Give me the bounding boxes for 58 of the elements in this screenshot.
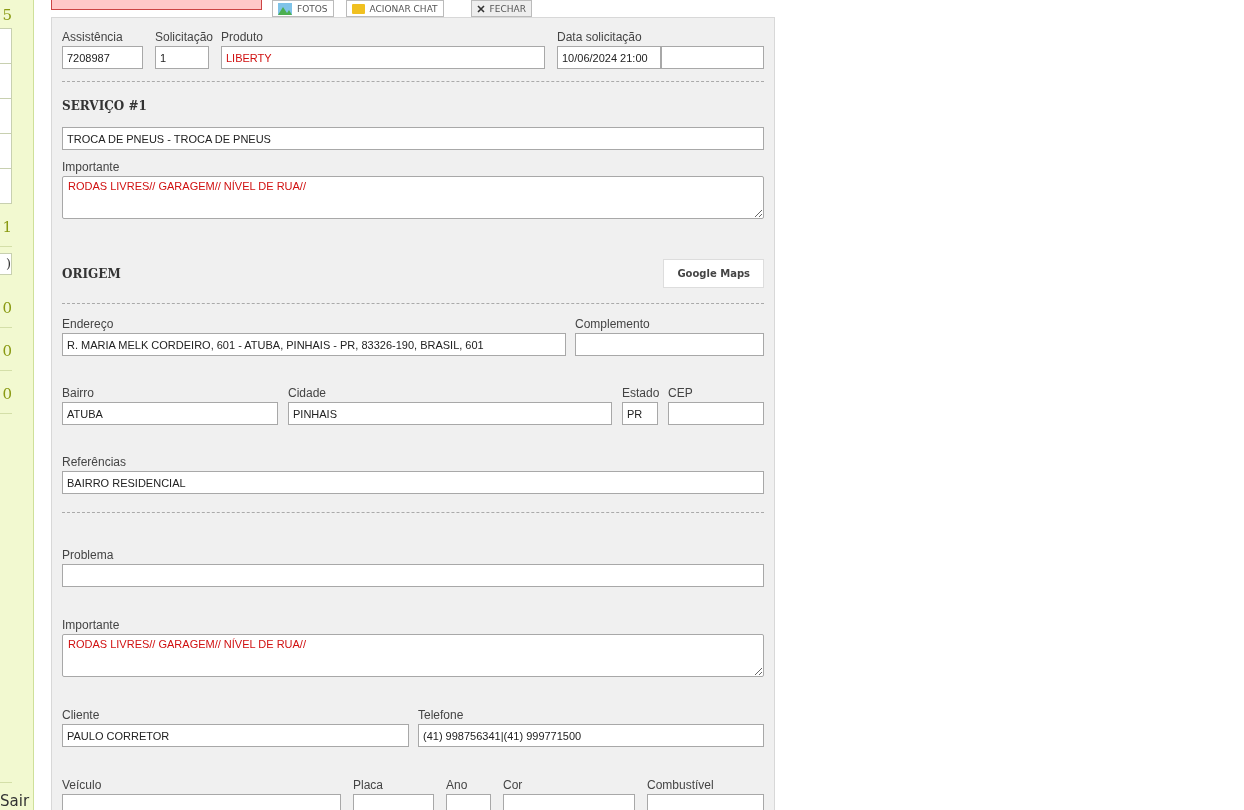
text-field[interactable]: R. MARIA MELK CORDEIRO, 601 - ATUBA, PINHAIS - PR, 83326-190, BRASIL, 601	[62, 333, 566, 356]
map-button[interactable]: Google Maps	[663, 259, 764, 288]
text-field[interactable]: TROCA DE PNEUS - TROCA DE PNEUS	[62, 127, 764, 150]
field-label: Problema	[62, 548, 115, 564]
input-field[interactable]	[0, 133, 12, 169]
field-label: Importante	[62, 160, 121, 176]
field-label: Importante	[62, 618, 121, 634]
input-field[interactable]: )	[0, 253, 12, 275]
text-field[interactable]: (41) 998756341|(41) 999771500	[418, 724, 764, 747]
field-label: Telefone	[418, 708, 465, 724]
text-field[interactable]: 7208987	[62, 46, 143, 69]
input-field[interactable]	[0, 28, 12, 64]
text-area[interactable]: RODAS LIVRES// GARAGEM// NÍVEL DE RUA//	[62, 634, 764, 677]
section-heading: ORIGEM	[62, 266, 121, 281]
text-field[interactable]: 10/06/2024 21:00	[557, 46, 661, 69]
count-number: 0	[0, 371, 12, 414]
field-label: Endereço	[62, 317, 115, 333]
text-field[interactable]: 1	[155, 46, 209, 69]
text-field[interactable]: LIBERTY	[221, 46, 545, 69]
count-number: 1	[0, 204, 12, 247]
count-number: 0	[0, 285, 12, 328]
field-label: Cor	[503, 778, 524, 794]
input-field[interactable]	[0, 63, 12, 99]
field-label: Estado	[622, 386, 658, 402]
text-field[interactable]: BAIRRO RESIDENCIAL	[62, 471, 764, 494]
field-label: Placa	[353, 778, 385, 794]
field-label: Veículo	[62, 778, 103, 794]
close-button[interactable]: FECHAR	[470, 0, 532, 17]
input-field[interactable]	[0, 98, 12, 134]
input-field[interactable]	[0, 168, 12, 204]
text-field[interactable]: ATUBA	[62, 402, 278, 425]
field-label: CEP	[668, 386, 694, 402]
text-field[interactable]: PINHAIS	[288, 402, 612, 425]
close-icon	[476, 4, 485, 13]
text-field[interactable]	[661, 46, 764, 69]
picture-icon	[278, 2, 292, 15]
exit-link[interactable]: Sair	[0, 783, 30, 810]
text-field[interactable]	[668, 402, 764, 425]
text-field[interactable]	[575, 333, 764, 356]
field-label: Produto	[221, 30, 265, 46]
field-label: Assistência	[62, 30, 124, 46]
field-label: Cidade	[288, 386, 328, 402]
field-label: Complemento	[575, 317, 651, 333]
text-field[interactable]: PR	[622, 402, 658, 425]
field-label: Bairro	[62, 386, 95, 402]
field-label: Ano	[446, 778, 469, 794]
chat-button[interactable]: ACIONAR CHAT	[345, 0, 444, 17]
text-field[interactable]	[62, 564, 764, 587]
text-field[interactable]: PAULO CORRETOR	[62, 724, 409, 747]
field-label: Data solicitação	[557, 30, 643, 46]
field-label: Referências	[62, 455, 128, 471]
section-heading: SERVIÇO #1	[62, 99, 147, 113]
field-label: Combustível	[647, 778, 715, 794]
field-label: Cliente	[62, 708, 101, 724]
photos-button[interactable]: FOTOS	[272, 0, 334, 17]
count-number: 0	[0, 328, 12, 371]
text-area[interactable]: RODAS LIVRES// GARAGEM// NÍVEL DE RUA//	[62, 176, 764, 219]
message-icon	[351, 3, 365, 14]
